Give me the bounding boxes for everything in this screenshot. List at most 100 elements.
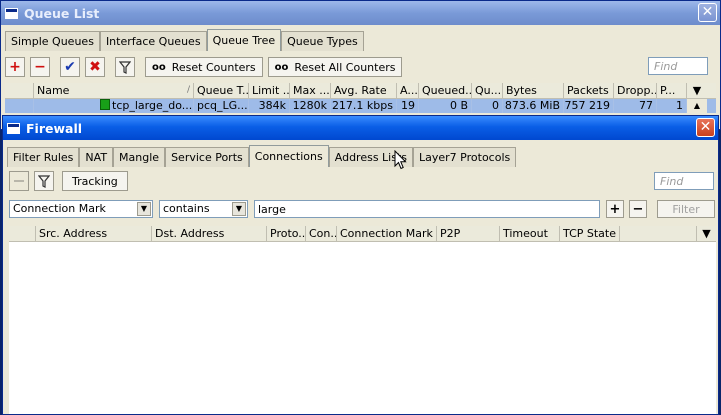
- reset-counters-icon: oo: [152, 61, 166, 73]
- tab-simple-queues[interactable]: Simple Queues: [5, 31, 100, 51]
- queue-col-packets[interactable]: Packets: [564, 83, 614, 98]
- queue-col-queued[interactable]: Queued...: [419, 83, 472, 98]
- conn-col-src-address[interactable]: Src. Address: [36, 226, 152, 241]
- conn-col-p2p[interactable]: P2P: [437, 226, 500, 241]
- connections-table-header: Src. Address Dst. Address Proto... Con..…: [9, 226, 716, 242]
- filter-operator-select[interactable]: contains ▼: [159, 200, 248, 218]
- remove-disabled-button[interactable]: [9, 171, 29, 191]
- conn-col-tcp-state[interactable]: TCP State: [560, 226, 620, 241]
- firewall-titlebar[interactable]: Firewall ✕: [3, 116, 718, 140]
- row-a: 19: [397, 99, 419, 113]
- tab-mangle[interactable]: Mangle: [113, 147, 166, 167]
- queue-col-p[interactable]: P...: [657, 83, 687, 98]
- queue-icon: [100, 99, 110, 110]
- add-button[interactable]: +: [5, 57, 25, 77]
- scroll-up-icon[interactable]: ▲: [687, 99, 707, 113]
- row-queued: 0 B: [419, 99, 472, 113]
- row-p: 1: [657, 99, 687, 113]
- row-max-limit: 1280k: [290, 99, 331, 113]
- firewall-tabs: Filter Rules NAT Mangle Service Ports Co…: [7, 145, 517, 167]
- column-menu-icon[interactable]: ▼: [696, 226, 716, 241]
- reset-counters-button[interactable]: oo Reset Counters: [145, 57, 263, 77]
- tab-nat[interactable]: NAT: [79, 147, 114, 167]
- filter-remove-button[interactable]: −: [629, 200, 647, 218]
- conn-col-dst-address[interactable]: Dst. Address: [152, 226, 267, 241]
- window-icon: [7, 122, 20, 134]
- queue-col-qu[interactable]: Qu...: [472, 83, 503, 98]
- queue-col-max-limit[interactable]: Max ...: [290, 83, 331, 98]
- tab-service-ports[interactable]: Service Ports: [165, 147, 249, 167]
- column-menu-icon[interactable]: ▼: [687, 83, 707, 98]
- conn-col-marker: [9, 226, 36, 241]
- tab-filter-rules[interactable]: Filter Rules: [7, 147, 80, 167]
- row-dropped: 77: [614, 99, 657, 113]
- row-avg-rate: 217.1 kbps: [331, 99, 397, 113]
- chevron-down-icon: ▼: [137, 202, 151, 216]
- tab-interface-queues[interactable]: Interface Queues: [99, 31, 207, 51]
- queue-table-header: Name / Queue T... Limit ... Max ... Avg. …: [5, 83, 716, 99]
- queue-col-bytes[interactable]: Bytes: [503, 83, 564, 98]
- enable-button[interactable]: ✔: [60, 57, 80, 77]
- row-bytes: 873.6 MiB: [503, 99, 564, 113]
- firewall-find-input[interactable]: Find: [654, 172, 714, 190]
- tab-connections[interactable]: Connections: [248, 145, 329, 167]
- funnel-icon: [38, 174, 50, 188]
- filter-apply-button[interactable]: Filter: [657, 200, 715, 218]
- queue-col-name[interactable]: Name /: [34, 83, 194, 98]
- queue-col-dropped[interactable]: Dropp...: [614, 83, 657, 98]
- queue-find-input[interactable]: Find: [648, 57, 708, 75]
- queue-list-title: Queue List: [24, 5, 100, 21]
- filter-button[interactable]: [115, 57, 135, 77]
- row-queue-type: pcq_LG...: [194, 99, 249, 113]
- check-icon: ✔: [64, 59, 76, 75]
- conn-col-connection[interactable]: Con...: [306, 226, 337, 241]
- filter-button[interactable]: [34, 171, 54, 191]
- queue-list-window[interactable]: Queue List ✕ Simple Queues Interface Que…: [0, 0, 721, 130]
- sort-indicator-icon: /: [186, 85, 190, 95]
- queue-list-close-button[interactable]: ✕: [698, 3, 717, 22]
- reset-all-counters-label: Reset All Counters: [294, 60, 396, 74]
- conn-col-timeout[interactable]: Timeout: [500, 226, 560, 241]
- reset-counters-label: Reset Counters: [171, 60, 256, 74]
- tab-queue-types[interactable]: Queue Types: [281, 31, 364, 51]
- reset-all-counters-icon: oo: [274, 61, 289, 73]
- row-qu: 0: [472, 99, 503, 113]
- row-packets: 757 219: [564, 99, 614, 113]
- queue-list-titlebar[interactable]: Queue List ✕: [1, 1, 720, 25]
- firewall-toolbar: Tracking Find: [7, 168, 714, 194]
- firewall-close-button[interactable]: ✕: [696, 118, 715, 137]
- plus-icon: +: [9, 59, 21, 75]
- connections-list-area[interactable]: [9, 242, 716, 414]
- reset-all-counters-button[interactable]: oo Reset All Counters: [267, 57, 403, 77]
- row-marker: [5, 99, 34, 113]
- table-row[interactable]: tcp_large_do... pcq_LG... 384k 1280k 217…: [5, 99, 716, 113]
- firewall-title: Firewall: [26, 120, 83, 136]
- tab-layer7-protocols[interactable]: Layer7 Protocols: [413, 147, 517, 167]
- row-name-cell: tcp_large_do...: [34, 99, 194, 113]
- remove-button[interactable]: −: [30, 57, 50, 77]
- queue-col-limit-at[interactable]: Limit ...: [249, 83, 290, 98]
- conn-col-protocol[interactable]: Proto...: [267, 226, 306, 241]
- queue-col-avg-rate[interactable]: Avg. Rate: [331, 83, 397, 98]
- row-limit-at: 384k: [249, 99, 290, 113]
- tracking-button[interactable]: Tracking: [62, 171, 128, 191]
- conn-col-spacer: [620, 226, 696, 241]
- funnel-icon: [119, 60, 131, 74]
- filter-value-input[interactable]: [254, 200, 600, 218]
- queue-col-a[interactable]: A...: [397, 83, 419, 98]
- filter-add-button[interactable]: +: [606, 200, 624, 218]
- minus-icon: [14, 180, 24, 182]
- filter-field-select[interactable]: Connection Mark ▼: [9, 200, 153, 218]
- x-icon: ✖: [89, 59, 101, 75]
- mouse-cursor-icon: [394, 150, 407, 170]
- queue-col-queue-type[interactable]: Queue T...: [194, 83, 249, 98]
- tab-queue-tree[interactable]: Queue Tree: [206, 29, 282, 51]
- queue-list-tabs: Simple Queues Interface Queues Queue Tre…: [5, 29, 364, 51]
- chevron-down-icon: ▼: [232, 202, 246, 216]
- queue-list-toolbar: + − ✔ ✖ oo Reset Counters oo Reset All C…: [5, 54, 716, 80]
- minus-icon: −: [34, 59, 46, 75]
- conn-col-connection-mark[interactable]: Connection Mark: [337, 226, 437, 241]
- disable-button[interactable]: ✖: [85, 57, 105, 77]
- window-icon: [5, 7, 18, 19]
- firewall-window[interactable]: Firewall ✕ Filter Rules NAT Mangle Servi…: [2, 115, 719, 415]
